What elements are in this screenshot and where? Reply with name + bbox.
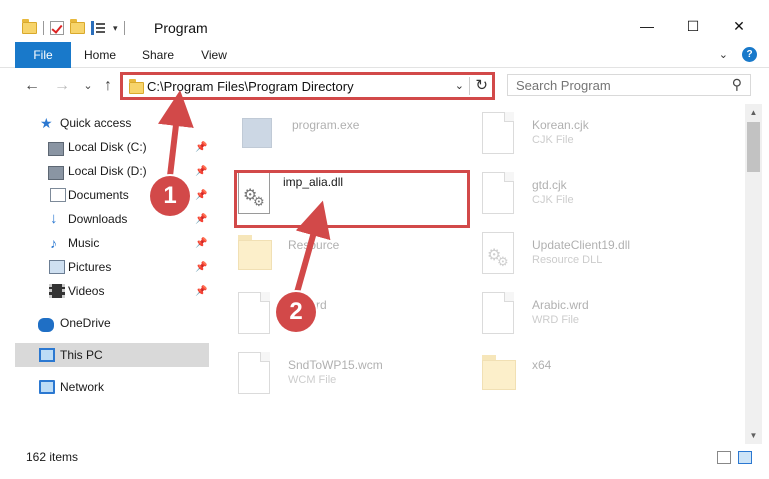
arrow-to-address-bar — [158, 90, 194, 177]
step-2-badge: 2 — [276, 292, 316, 332]
step-1-badge: 1 — [150, 176, 190, 216]
annotation-arrows — [158, 90, 331, 297]
arrow-to-dll-file — [293, 200, 331, 297]
